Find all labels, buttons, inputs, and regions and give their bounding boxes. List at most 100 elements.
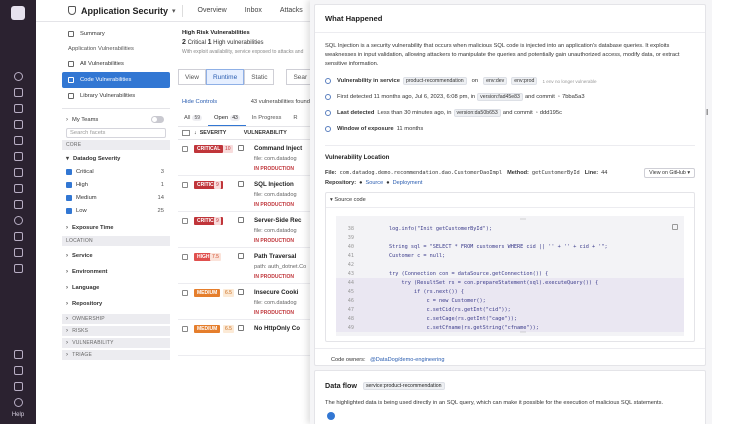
commit-icon: ◦ (535, 110, 538, 116)
commit-hash[interactable]: ddd195c (540, 110, 562, 116)
table-row[interactable]: CRITICAL 9 Server-Side Rec file: com.dat… (178, 212, 310, 248)
datadog-logo-icon[interactable] (11, 6, 25, 20)
section-header-location[interactable]: LOCATION (62, 236, 170, 246)
tab-open[interactable]: Open 43 (208, 115, 246, 126)
hide-controls-link[interactable]: Hide Controls (182, 99, 217, 105)
section-header-core[interactable]: CORE (62, 140, 170, 150)
metrics-icon[interactable] (13, 247, 23, 257)
severity-critical-option[interactable]: Critical 3 (62, 165, 170, 178)
tab-all[interactable]: All 59 (178, 115, 208, 126)
checkbox[interactable] (66, 207, 72, 214)
settings-icon[interactable] (13, 381, 23, 391)
facet-exposure-time[interactable]: › Exposure Time (62, 221, 170, 234)
tab-in-progress[interactable]: In Progress (246, 115, 288, 126)
sort-arrow-icon[interactable]: ↓ (194, 130, 197, 136)
section-header-vulnerability[interactable]: › VULNERABILITY (62, 338, 170, 348)
share-icon[interactable] (13, 365, 23, 375)
row-checkbox[interactable] (182, 182, 188, 188)
tab-r[interactable]: R (287, 115, 303, 126)
row-checkbox[interactable] (182, 218, 188, 224)
version-tag[interactable]: version:fad45e83 (477, 93, 523, 101)
sidebar-item-code-vulnerabilities[interactable]: Code Vulnerabilities (62, 72, 170, 88)
source-link[interactable]: Source (365, 180, 383, 186)
nav-inbox[interactable]: Inbox (245, 7, 262, 14)
on-label: on (471, 78, 479, 84)
col-vulnerability[interactable]: VULNERABILITY (244, 130, 287, 136)
select-all-checkbox[interactable] (182, 130, 190, 136)
section-header-risks[interactable]: › RISKS (62, 326, 170, 336)
code-owners-value[interactable]: @DataDog/demo-engineering (370, 357, 444, 363)
section-header-ownership[interactable]: › OWNERSHIP (62, 314, 170, 324)
table-row[interactable]: MEDIUM 6.5 Insecure Cooki file: com.data… (178, 284, 310, 320)
expand-down-icon[interactable]: ⋯ (520, 329, 526, 336)
facet-language[interactable]: › Language (62, 280, 170, 296)
chevron-down-icon[interactable]: ▾ (172, 7, 176, 15)
dashboards-icon[interactable] (13, 119, 23, 129)
facet-environment[interactable]: › Environment (62, 264, 170, 280)
env-tag-prod[interactable]: env:prod (511, 77, 538, 85)
facet-search-input[interactable]: Search facets (66, 128, 166, 138)
col-severity[interactable]: SEVERITY (200, 130, 244, 136)
section-label: VULNERABILITY (72, 340, 114, 346)
digital-experience-icon[interactable] (13, 215, 23, 225)
severity-high-option[interactable]: High 1 (62, 178, 170, 191)
severity-medium-option[interactable]: Medium 14 (62, 191, 170, 204)
facet-datadog-severity[interactable]: ▾ Datadog Severity (62, 152, 170, 165)
infrastructure-icon[interactable] (13, 135, 23, 145)
search-icon[interactable] (13, 71, 23, 81)
search-input[interactable]: Sear (286, 69, 310, 85)
checkbox[interactable] (66, 168, 72, 175)
checkbox[interactable] (66, 181, 72, 188)
commit-hash[interactable]: 7bba5a3 (562, 94, 585, 100)
integrations-icon[interactable] (13, 349, 23, 359)
notebooks-icon[interactable] (13, 263, 23, 273)
user-avatar-icon[interactable] (13, 397, 23, 407)
flow-step-icon[interactable] (327, 412, 335, 420)
section-header-triage[interactable]: › TRIAGE (62, 350, 170, 360)
view-on-github-button[interactable]: View on GitHub ▾ (644, 168, 695, 178)
table-row[interactable]: CRITICAL 9 SQL Injection file: com.datad… (178, 176, 310, 212)
severity-low-option[interactable]: Low 25 (62, 204, 170, 217)
sidebar-item-library-vulnerabilities[interactable]: Library Vulnerabilities (62, 88, 170, 104)
monitors-icon[interactable] (13, 151, 23, 161)
code-line-highlighted: 49 c.setCfname(rs.getString("cfname")); (336, 323, 684, 332)
recent-icon[interactable] (13, 87, 23, 97)
security-icon[interactable] (13, 199, 23, 209)
checkbox[interactable] (66, 194, 72, 201)
row-checkbox[interactable] (182, 290, 188, 296)
row-checkbox[interactable] (182, 326, 188, 332)
table-row[interactable]: CRITICAL 10 Command Inject file: com.dat… (178, 140, 310, 176)
my-teams-toggle[interactable] (151, 116, 164, 123)
nav-overview[interactable]: Overview (198, 7, 227, 14)
vuln-location: file: com.datadog (254, 300, 297, 306)
deployment-link[interactable]: Deployment (393, 180, 423, 186)
data-flow-service-tag[interactable]: service:product-recommendation (362, 381, 445, 390)
option-label: Medium (76, 194, 97, 201)
software-delivery-icon[interactable] (13, 231, 23, 241)
service-tag[interactable]: product-recommendation (402, 77, 467, 85)
table-row[interactable]: HIGH 7.5 Path Traversal path: auth_dotne… (178, 248, 310, 284)
logs-icon[interactable] (13, 183, 23, 193)
app-title[interactable]: Application Security (81, 6, 168, 16)
chevron-right-icon[interactable]: › (66, 117, 68, 123)
static-button[interactable]: Static (244, 69, 275, 85)
code-line-highlighted: 44 try (ResultSet rs = con.prepareStatem… (336, 278, 684, 287)
facet-service[interactable]: › Service (62, 248, 170, 264)
table-row[interactable]: MEDIUM 6.5 No HttpOnly Co (178, 320, 310, 356)
runtime-button[interactable]: Runtime (205, 69, 245, 85)
apm-icon[interactable] (13, 167, 23, 177)
env-tag-dev[interactable]: env:dev (483, 77, 508, 85)
sidebar-item-all-vulnerabilities[interactable]: All Vulnerabilities (62, 56, 170, 72)
facet-repository[interactable]: › Repository (62, 296, 170, 312)
clock-icon (325, 94, 331, 100)
version-tag[interactable]: version:da50b653 (453, 109, 501, 117)
source-code-toggle[interactable]: ▾ Source code (326, 193, 694, 208)
sidebar-item-summary[interactable]: Summary (62, 26, 170, 42)
row-checkbox[interactable] (182, 254, 188, 260)
row-checkbox[interactable] (182, 146, 188, 152)
watchdog-icon[interactable] (13, 103, 23, 113)
nav-attacks[interactable]: Attacks (280, 7, 303, 14)
copy-icon[interactable] (672, 224, 678, 230)
expand-up-icon[interactable]: ⋯ (520, 216, 526, 223)
help-link[interactable]: Help (12, 412, 24, 418)
